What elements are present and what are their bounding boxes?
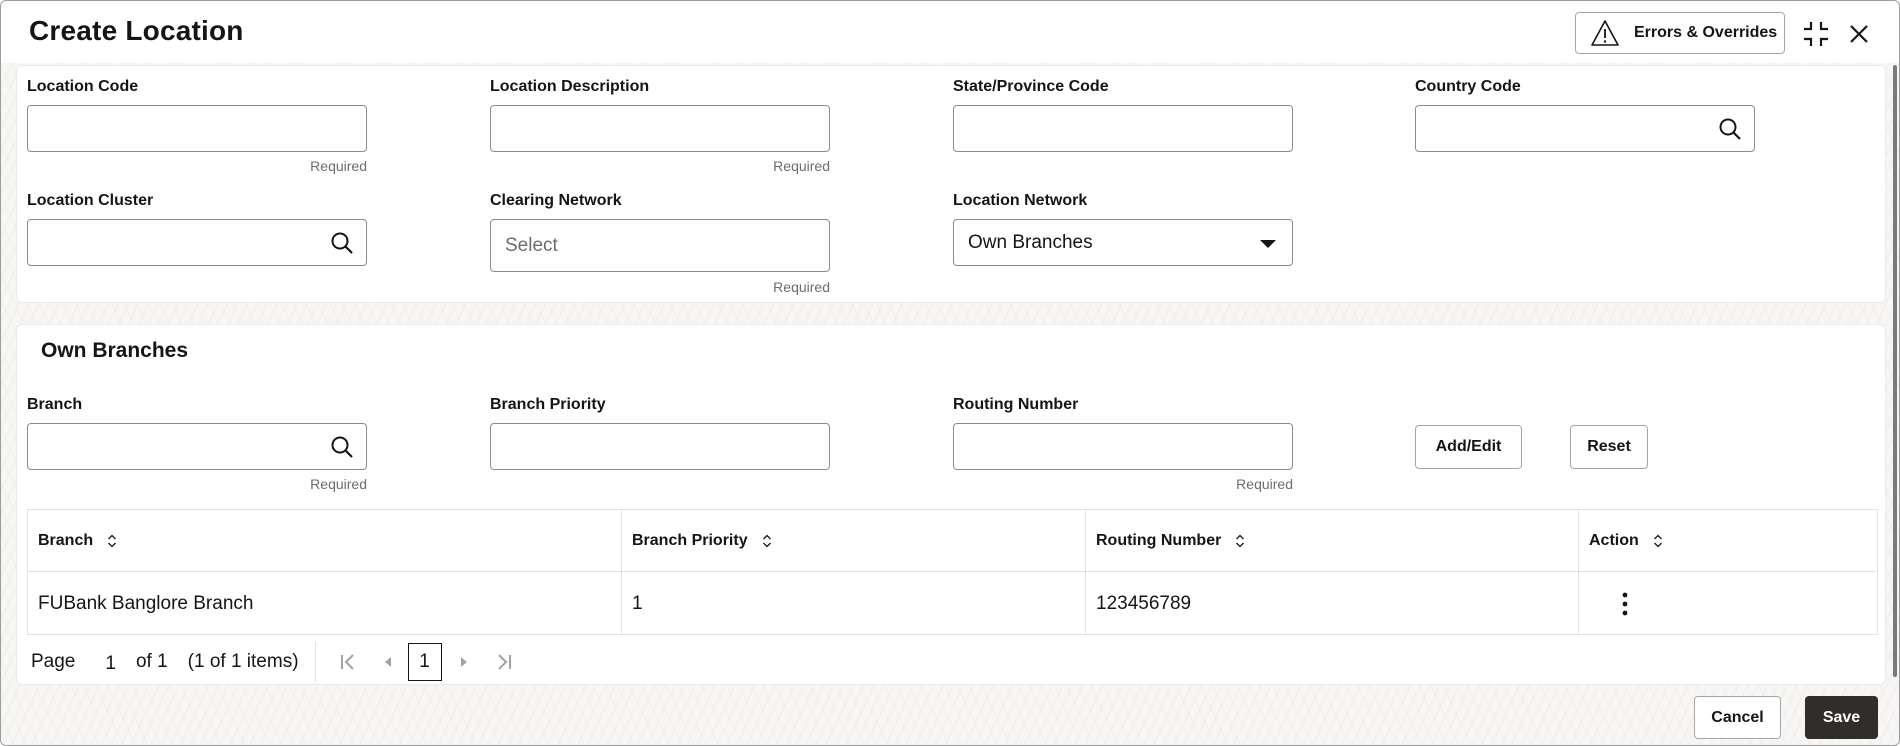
section-title: Own Branches [41, 339, 189, 362]
location-description-input[interactable] [490, 105, 830, 152]
cell-action [1579, 572, 1877, 635]
location-network-select[interactable]: Own Branches [953, 219, 1293, 266]
clearing-network-select[interactable]: Select [490, 219, 830, 272]
page-number-input[interactable]: 1 [105, 653, 116, 675]
state-province-code-input[interactable] [953, 105, 1293, 152]
page-count-label: of 1 [135, 651, 168, 672]
branch-label: Branch [27, 396, 83, 413]
cell-branch: FUBank Banglore Branch [28, 572, 622, 635]
column-header-branch[interactable]: Branch [28, 510, 622, 571]
location-cluster-label: Location Cluster [27, 192, 154, 209]
column-header-label: Action [1589, 531, 1639, 549]
country-code-input[interactable] [1415, 105, 1755, 152]
errors-overrides-button[interactable]: Errors & Overrides [1575, 12, 1785, 54]
save-button[interactable]: Save [1805, 696, 1878, 739]
items-count-label: (1 of 1 items) [187, 651, 299, 672]
own-branches-panel: Own Branches Branch Required Branch Prio… [16, 324, 1886, 685]
location-details-panel: Location Code Required Location Descript… [16, 65, 1886, 303]
column-header-branch-priority[interactable]: Branch Priority [622, 510, 1086, 571]
cell-branch-priority: 1 [622, 572, 1086, 635]
cell-text: 1 [632, 592, 643, 614]
routing-number-input[interactable] [953, 423, 1293, 470]
search-icon[interactable] [330, 435, 354, 459]
cell-routing-number: 123456789 [1086, 572, 1579, 635]
sort-icon[interactable] [762, 533, 772, 549]
clearing-network-required-hint: Required [773, 279, 830, 295]
location-code-required-hint: Required [310, 158, 367, 174]
sort-icon[interactable] [1653, 533, 1663, 549]
previous-page-icon[interactable] [378, 652, 398, 672]
pagination: Page 1 of 1 (1 of 1 items) 1 [27, 639, 587, 685]
column-header-action[interactable]: Action [1579, 510, 1877, 571]
location-network-label: Location Network [953, 192, 1088, 209]
sort-icon[interactable] [1235, 533, 1245, 549]
clearing-network-label: Clearing Network [490, 192, 622, 209]
next-page-icon[interactable] [454, 652, 474, 672]
column-header-label: Branch [38, 531, 94, 549]
close-icon[interactable] [1844, 19, 1874, 49]
page-label: Page [31, 651, 76, 672]
cell-text: 123456789 [1096, 592, 1192, 614]
chevron-down-icon [1260, 240, 1276, 248]
location-code-label: Location Code [27, 78, 139, 95]
add-edit-button[interactable]: Add/Edit [1415, 425, 1522, 469]
current-page-button[interactable]: 1 [407, 643, 442, 681]
search-icon[interactable] [330, 231, 354, 255]
collapse-icon[interactable] [1801, 19, 1831, 49]
branch-required-hint: Required [310, 476, 367, 492]
errors-overrides-label: Errors & Overrides [1634, 24, 1778, 41]
reset-button[interactable]: Reset [1570, 425, 1648, 469]
sort-icon[interactable] [107, 533, 117, 549]
vertical-scrollbar[interactable] [1893, 65, 1897, 677]
branch-input[interactable] [27, 423, 367, 470]
branches-table: Branch Branch Priority Routing Number Ac… [27, 509, 1878, 635]
location-description-required-hint: Required [773, 158, 830, 174]
location-code-input[interactable] [27, 105, 367, 152]
kebab-menu-icon[interactable] [1615, 589, 1635, 619]
location-network-value: Own Branches [968, 231, 1093, 253]
location-description-label: Location Description [490, 78, 650, 95]
routing-number-label: Routing Number [953, 396, 1079, 413]
state-province-code-label: State/Province Code [953, 78, 1109, 95]
warning-triangle-icon [1591, 20, 1619, 46]
branch-priority-input[interactable] [490, 423, 830, 470]
cell-text: FUBank Banglore Branch [38, 592, 254, 614]
cancel-button[interactable]: Cancel [1694, 696, 1781, 739]
column-header-label: Branch Priority [632, 531, 748, 549]
header: Create Location Errors & Overrides [1, 1, 1899, 63]
page-title: Create Location [29, 15, 244, 46]
routing-number-required-hint: Required [1236, 476, 1293, 492]
column-header-routing-number[interactable]: Routing Number [1086, 510, 1579, 571]
column-header-label: Routing Number [1096, 531, 1222, 549]
branch-priority-label: Branch Priority [490, 396, 606, 413]
location-cluster-input[interactable] [27, 219, 367, 266]
table-header: Branch Branch Priority Routing Number Ac… [28, 510, 1877, 572]
pagination-divider [314, 642, 316, 682]
search-icon[interactable] [1718, 117, 1742, 141]
last-page-icon[interactable] [494, 652, 514, 672]
create-location-window: Create Location Errors & Overrides Locat… [0, 0, 1900, 746]
first-page-icon[interactable] [338, 652, 358, 672]
country-code-label: Country Code [1415, 78, 1521, 95]
table-row[interactable]: FUBank Banglore Branch 1 123456789 [28, 572, 1877, 635]
